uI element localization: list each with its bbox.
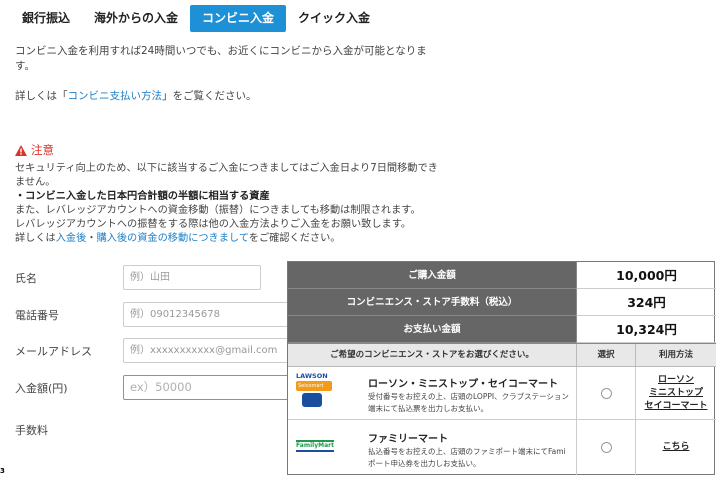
seicomart-method-link[interactable]: セイコーマート — [644, 400, 707, 413]
detail-suffix: 」をご覧ください。 — [162, 90, 257, 102]
tab-convenience-deposit[interactable]: コンビニ入金 — [190, 5, 287, 32]
tab-overseas-deposit[interactable]: 海外からの入金 — [82, 5, 190, 32]
ministop-logo — [302, 393, 322, 407]
caution-body: セキュリティ向上のため、以下に該当するご入金につきましてはご入金日より7日間移動… — [15, 162, 440, 246]
amount-input[interactable]: ex）50000 — [123, 375, 293, 400]
store-table-header: ご希望のコンビニエンス・ストアをお選びください。 選択 利用方法 — [288, 343, 716, 367]
store-name: ファミリーマート — [368, 434, 448, 445]
caution-line-3: レバレッジアカウントへの振替をする際は他の入金方法よりご入金をお願い致します。 — [15, 219, 412, 230]
corner-number: 3 — [0, 467, 5, 475]
email-row: メールアドレス 例）xxxxxxxxxxx@gmail.com — [15, 338, 293, 363]
fee-label: 手数料 — [15, 424, 48, 437]
header-method: 利用方法 — [635, 344, 716, 366]
familymart-method-link[interactable]: こちら — [662, 441, 689, 454]
lawson-method-link[interactable]: ローソン — [658, 374, 694, 387]
store-fee-label: コンビニエンス・ストア手数料（税込） — [288, 289, 576, 316]
select-cell — [576, 367, 635, 419]
store-row-familymart: FamilyMart ファミリーマート 払込番号をお控えの上、店頭のファミポート… — [288, 420, 716, 475]
email-label: メールアドレス — [15, 344, 92, 358]
intro-text: コンビニ入金を利用すれば24時間いつでも、お近くにコンビニから入金が可能となりま… — [15, 45, 427, 72]
ministop-method-link[interactable]: ミニストップ — [649, 387, 703, 400]
email-input[interactable]: 例）xxxxxxxxxxx@gmail.com — [123, 338, 293, 363]
amount-label: 入金額(円) — [15, 381, 68, 395]
familymart-logo: FamilyMart — [296, 440, 334, 452]
phone-row: 電話番号 例）09012345678 — [15, 302, 293, 327]
purchase-amount-row: ご購入金額 10,000円 — [288, 262, 716, 289]
fee-row: 手数料 — [15, 422, 123, 438]
fund-movement-link[interactable]: 購入後の資金の移動につきまして — [97, 233, 249, 244]
method-cell: ローソン ミニストップ セイコーマート — [635, 367, 716, 419]
store-info: FamilyMart ファミリーマート 払込番号をお控えの上、店頭のファミポート… — [288, 420, 576, 475]
caution-line-4-suffix: をご確認ください。 — [248, 233, 341, 244]
name-label: 氏名 — [15, 271, 37, 285]
phone-input[interactable]: 例）09012345678 — [123, 302, 293, 327]
caution-line-4-prefix: 詳しくは — [15, 233, 56, 244]
caution-title: 注意 — [31, 143, 54, 157]
tab-quick-deposit[interactable]: クイック入金 — [286, 5, 382, 32]
method-cell: こちら — [635, 420, 716, 475]
total-amount-row: お支払い金額 10,324円 — [288, 316, 716, 343]
lawson-radio[interactable] — [600, 387, 612, 399]
lawson-logo-text: LAWSON — [296, 372, 328, 380]
phone-label: 電話番号 — [15, 308, 59, 322]
detail-prefix: 詳しくは「 — [15, 90, 68, 102]
lawson-logo: LAWSON Seicomart — [296, 372, 332, 407]
header-store: ご希望のコンビニエンス・ストアをお選びください。 — [330, 350, 534, 360]
caution-line-2: また、レバレッジアカウントへの資金移動（振替）につきましても移動は制限されます。 — [15, 205, 421, 216]
payment-method-link[interactable]: コンビニ支払い方法 — [68, 90, 163, 102]
store-description: 払込番号をお控えの上、店頭のファミポート端末にてFamiポート申込券を出力しお支… — [368, 447, 566, 468]
deposit-method-tabs: 銀行振込 海外からの入金 コンビニ入金 クイック入金 — [10, 5, 382, 32]
link-separator: ・ — [86, 233, 97, 244]
caution-line-4: 詳しくは入金後・購入後の資金の移動につきましてをご確認ください。 — [15, 232, 440, 246]
amount-row: 入金額(円) ex）50000 — [15, 375, 293, 400]
familymart-logo-text: FamilyMart — [296, 440, 334, 452]
familymart-radio[interactable] — [600, 442, 612, 453]
caution-line-1: セキュリティ向上のため、以下に該当するご入金につきましてはご入金日より7日間移動… — [15, 163, 438, 188]
total-amount-value: 10,324円 — [576, 316, 716, 343]
tab-bank-transfer[interactable]: 銀行振込 — [10, 5, 82, 32]
select-cell — [576, 420, 635, 475]
purchase-amount-label: ご購入金額 — [288, 262, 576, 289]
name-row: 氏名 例）山田 — [15, 265, 261, 290]
purchase-amount-value: 10,000円 — [576, 262, 716, 289]
detail-line: 詳しくは「コンビニ支払い方法」をご覧ください。 — [15, 88, 257, 103]
convenience-store-panel: ご購入金額 10,000円 コンビニエンス・ストア手数料（税込） 324円 お支… — [287, 261, 716, 475]
warning-icon — [15, 144, 27, 156]
store-fee-row: コンビニエンス・ストア手数料（税込） 324円 — [288, 289, 716, 316]
store-row-lawson: LAWSON Seicomart ローソン・ミニストップ・セイコーマート 受付番… — [288, 367, 716, 420]
store-fee-value: 324円 — [576, 289, 716, 316]
header-select: 選択 — [576, 344, 635, 366]
caution-bold-line: ・コンビニ入金した日本円合計額の半額に相当する資産 — [15, 191, 270, 202]
store-name: ローソン・ミニストップ・セイコーマート — [368, 379, 558, 390]
caution-heading: 注意 — [15, 142, 54, 158]
seicomart-logo: Seicomart — [296, 381, 332, 391]
total-amount-label: お支払い金額 — [288, 316, 576, 343]
name-input[interactable]: 例）山田 — [123, 265, 261, 290]
store-info: LAWSON Seicomart ローソン・ミニストップ・セイコーマート 受付番… — [288, 367, 576, 419]
store-description: 受付番号をお控えの上、店頭のLOPPI、クラブステーション端末にて払込票を出力し… — [368, 392, 569, 413]
after-deposit-link[interactable]: 入金後 — [56, 233, 87, 244]
